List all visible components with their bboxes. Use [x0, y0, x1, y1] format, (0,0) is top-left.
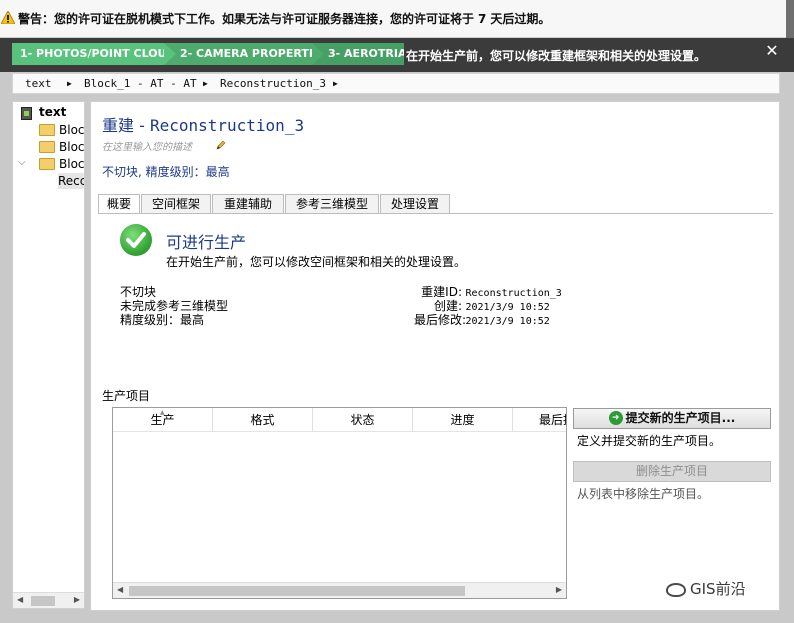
- overview-content: 可进行生产 在开始生产前，您可以修改空间框架和相关的处理设置。 不切块 未完成参…: [98, 214, 773, 384]
- submit-production-button[interactable]: ➜ 提交新的生产项目...: [573, 408, 771, 429]
- pencil-icon[interactable]: [216, 140, 226, 150]
- tree-item-reconstruction[interactable]: Recc: [58, 173, 85, 189]
- warning-prefix: 警告：您的许可证在脱机模式下工作。如果无法与许可证服务器连接，您的许可证将于: [18, 12, 475, 26]
- watermark-text: GIS前沿: [690, 580, 746, 598]
- workflow-step-camera[interactable]: 2- CAMERA PROPERTIES: [164, 43, 312, 65]
- workflow-arrow: [164, 43, 176, 65]
- status-description: 在开始生产前，您可以修改空间框架和相关的处理设置。: [166, 255, 467, 269]
- column-status[interactable]: 状态: [313, 408, 413, 432]
- checkmark-icon: [120, 224, 152, 256]
- submit-production-label: 提交新的生产项目...: [625, 411, 736, 425]
- tab-reconstruction-aid[interactable]: 重建辅助: [212, 194, 284, 214]
- tree-item-label: Bloc: [59, 157, 85, 171]
- summary-modified-label: 最后修改:: [414, 313, 467, 327]
- tab-bar: 概要 空间框架 重建辅助 参考三维模型 处理设置: [98, 194, 773, 215]
- warning-icon: [1, 11, 15, 24]
- table-header: 生产 ▲ 格式 状态 进度 最后提: [113, 408, 566, 432]
- scroll-right-icon[interactable]: ▶: [74, 595, 80, 604]
- summary-right: 重建ID: Reconstruction_3 创建: 2021/3/9 10:5…: [414, 285, 562, 327]
- workflow-message: 在开始生产前，您可以修改重建框架和相关的处理设置。: [406, 49, 707, 63]
- scroll-left-icon[interactable]: ◀: [17, 595, 23, 604]
- column-format[interactable]: 格式: [213, 408, 313, 432]
- tree-item-label: Bloc: [59, 123, 85, 137]
- scrollbar-thumb[interactable]: [31, 596, 55, 606]
- breadcrumb: text ▶ Block_1 - AT - AT ▶ Reconstructio…: [12, 73, 780, 94]
- tree-item-block[interactable]: Bloc: [13, 139, 85, 155]
- tree-horizontal-scrollbar[interactable]: ◀ ▶: [13, 592, 84, 608]
- close-icon[interactable]: ✕: [764, 43, 780, 59]
- project-icon: [21, 107, 32, 120]
- workflow-bar: 1- PHOTOS/POINT CLOUDS 2- CAMERA PROPERT…: [0, 38, 794, 72]
- sort-icon: ▲: [160, 409, 165, 416]
- folder-icon: [39, 158, 55, 170]
- tree-item-label: text: [39, 105, 67, 119]
- summary-id-label: 重建ID:: [421, 285, 462, 299]
- breadcrumb-separator-icon: ▶: [203, 79, 208, 88]
- status-heading: 可进行生产: [166, 233, 247, 252]
- wechat-icon: [666, 582, 686, 597]
- title-name: Reconstruction_3: [149, 116, 305, 135]
- summary-precision: 精度级别：最高: [120, 313, 205, 327]
- tree-item-label: Bloc: [59, 140, 85, 154]
- remove-production-button[interactable]: 删除生产项目: [573, 461, 771, 482]
- arrow-right-icon: ➜: [608, 410, 623, 425]
- summary-id-value: Reconstruction_3: [465, 288, 562, 299]
- tiling-summary: 不切块, 精度级别：最高: [102, 165, 230, 179]
- breadcrumb-separator-icon: ▶: [67, 79, 72, 88]
- scroll-right-icon[interactable]: ▶: [556, 585, 562, 594]
- summary-left: 不切块 未完成参考三维模型 精度级别：最高: [120, 285, 228, 327]
- breadcrumb-separator-icon[interactable]: ▶: [333, 79, 338, 88]
- tab-processing-settings[interactable]: 处理设置: [380, 194, 450, 214]
- scrollbar-thumb[interactable]: [129, 586, 465, 596]
- tab-overview[interactable]: 概要: [98, 194, 140, 215]
- tree-item-project[interactable]: text: [13, 105, 84, 121]
- watermark: GIS前沿: [666, 578, 746, 599]
- summary-tiling: 不切块: [120, 285, 157, 299]
- summary-reference-model: 未完成参考三维模型: [120, 299, 229, 313]
- remove-production-description: 从列表中移除生产项目。: [577, 487, 710, 501]
- scroll-left-icon[interactable]: ◀: [117, 585, 123, 594]
- folder-icon: [39, 124, 55, 136]
- summary-created-label: 创建:: [433, 299, 462, 313]
- tree-item-block[interactable]: Bloc: [13, 122, 85, 138]
- reconstruction-panel: 重建 - Reconstruction_3 在这里输入您的描述 不切块, 精度级…: [90, 101, 780, 611]
- warning-suffix: 天后过期。: [490, 12, 551, 26]
- page-title: 重建 - Reconstruction_3: [102, 112, 304, 136]
- workflow-arrow: [312, 43, 324, 65]
- production-table[interactable]: 生产 ▲ 格式 状态 进度 最后提 ◀ ▶: [112, 407, 567, 599]
- tree-item-block[interactable]: ⌵ Bloc: [13, 156, 85, 172]
- production-section-label: 生产项目: [102, 389, 151, 403]
- submit-production-description: 定义并提交新的生产项目。: [577, 434, 722, 448]
- workflow-step-photos[interactable]: 1- PHOTOS/POINT CLOUDS: [12, 43, 164, 65]
- breadcrumb-item-reconstruction[interactable]: Reconstruction_3: [220, 77, 326, 90]
- column-progress[interactable]: 进度: [413, 408, 513, 432]
- tab-reference-3d-model[interactable]: 参考三维模型: [285, 194, 379, 214]
- warning-days: 7: [478, 12, 487, 26]
- license-warning-bar: 警告：您的许可证在脱机模式下工作。如果无法与许可证服务器连接，您的许可证将于 7 天…: [0, 0, 794, 38]
- chevron-down-icon[interactable]: ⌵: [18, 157, 26, 168]
- breadcrumb-item-block[interactable]: Block_1 - AT - AT: [84, 77, 197, 90]
- workflow-step-aerotriangulation[interactable]: 3- AEROTRIAN: [312, 43, 404, 65]
- warning-text: 警告：您的许可证在脱机模式下工作。如果无法与许可证服务器连接，您的许可证将于 7 天…: [18, 10, 550, 27]
- tree-item-label: Recc: [58, 174, 85, 188]
- folder-icon: [39, 141, 55, 153]
- summary-created-value: 2021/3/9 10:52: [465, 302, 550, 313]
- breadcrumb-item-project[interactable]: text: [25, 77, 52, 90]
- summary-modified-value: 2021/3/9 10:52: [465, 316, 550, 327]
- description-field[interactable]: 在这里输入您的描述: [102, 138, 192, 153]
- tab-spatial-framework[interactable]: 空间框架: [141, 194, 211, 214]
- table-horizontal-scrollbar[interactable]: ◀ ▶: [113, 582, 566, 598]
- project-tree: text Bloc Bloc ⌵ Bloc Recc ◀ ▶: [12, 101, 85, 609]
- window-edge: [786, 0, 794, 38]
- column-last-submitted[interactable]: 最后提: [513, 408, 566, 432]
- title-prefix: 重建 -: [102, 116, 150, 135]
